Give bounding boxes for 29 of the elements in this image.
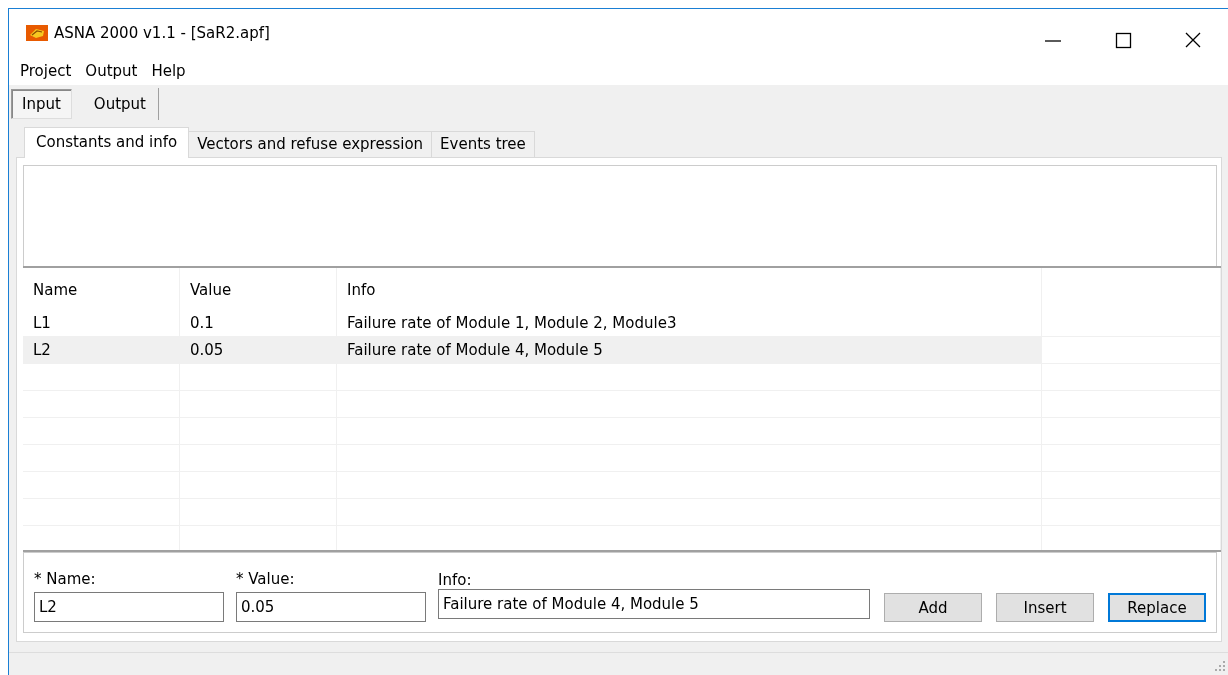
- table-cell: L2: [23, 337, 180, 363]
- field-label: * Value:: [236, 570, 296, 588]
- text-area[interactable]: [23, 165, 1217, 266]
- field-label: * Name:: [34, 570, 97, 588]
- window-title: ASNA 2000 v1.1 - [SaR2.apf]: [54, 24, 271, 42]
- column-header[interactable]: Value: [180, 268, 337, 310]
- action-button[interactable]: Add: [884, 593, 982, 622]
- tab[interactable]: Events tree: [431, 131, 535, 157]
- table-cell: L1: [23, 310, 180, 336]
- action-button[interactable]: Replace: [1108, 593, 1206, 622]
- table-cell: Failure rate of Module 1, Module 2, Module3: [337, 310, 1042, 336]
- resize-grip-icon[interactable]: [1215, 661, 1225, 671]
- field-label: Info:: [438, 571, 473, 589]
- tab[interactable]: Constants and info: [24, 127, 190, 158]
- column-header[interactable]: Name: [23, 268, 180, 310]
- menu-item[interactable]: Help: [144, 62, 193, 80]
- app-icon: [26, 25, 48, 41]
- input-field[interactable]: 0.05: [236, 592, 426, 622]
- mode-button[interactable]: Input: [11, 89, 72, 119]
- table-cell: Failure rate of Module 4, Module 5: [337, 337, 1042, 363]
- action-button[interactable]: Insert: [996, 593, 1094, 622]
- column-header[interactable]: Info: [337, 268, 1042, 310]
- menu-item[interactable]: Output: [78, 62, 145, 80]
- table-cell: 0.1: [180, 310, 337, 336]
- input-field[interactable]: Failure rate of Module 4, Module 5: [438, 589, 870, 619]
- table-cell: 0.05: [180, 337, 337, 363]
- table-row[interactable]: L2 0.05 Failure rate of Module 4, Module 5: [23, 337, 1221, 364]
- input-field[interactable]: L2: [34, 592, 224, 622]
- menu-item[interactable]: Project: [13, 62, 79, 80]
